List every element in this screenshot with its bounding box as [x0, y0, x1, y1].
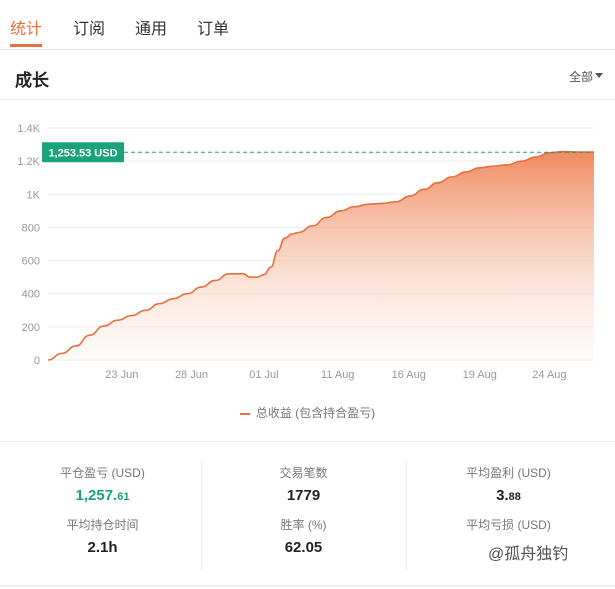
stat-avg-profit: 平均盈利 (USD) 3.88: [406, 464, 611, 504]
tab-general[interactable]: 通用: [135, 15, 167, 39]
stat-label: 平均亏损 (USD): [466, 518, 551, 532]
stat-label: 平均盈利 (USD): [466, 466, 551, 480]
stat-value: 1,257.61: [75, 487, 130, 504]
active-tab-indicator: [10, 44, 42, 47]
card-title: 成长: [15, 71, 49, 90]
y-tick-label: 1K: [27, 189, 41, 201]
legend-swatch: [239, 412, 250, 415]
y-tick-label: 1.4K: [17, 123, 40, 135]
tab-subscription[interactable]: 订阅: [73, 15, 105, 39]
stat-closed-pnl: 平仓盈亏 (USD) 1,257.61: [0, 464, 205, 504]
stat-win-rate: 胜率 (%) 62.05: [201, 516, 406, 556]
tab-orders[interactable]: 订单: [197, 15, 229, 39]
y-tick-label: 200: [22, 322, 40, 334]
range-filter-dropdown[interactable]: 全部: [569, 68, 593, 85]
stat-trade-count: 交易笔数 1779: [201, 464, 406, 504]
x-tick-label: 19 Aug: [463, 369, 497, 381]
x-tick-label: 16 Aug: [392, 369, 426, 381]
growth-card-header: 成长 全部: [0, 50, 615, 100]
stat-label: 平仓盈亏 (USD): [60, 466, 145, 480]
y-tick-label: 0: [34, 355, 40, 367]
stat-avg-loss: 平均亏损 (USD): [406, 516, 611, 539]
x-tick-label: 01 Jul: [249, 369, 278, 381]
x-axis-ticks: 23 Jun 28 Jun 01 Jul 11 Aug 16 Aug 19 Aug 24 A…: [105, 369, 566, 381]
stats-panel: 平仓盈亏 (USD) 1,257.61 交易笔数 1779 平均盈利 (USD)…: [0, 441, 615, 587]
marker-label: 1,253.53 USD: [48, 147, 117, 159]
legend-label: 总收益 (包含持合盈亏): [255, 406, 376, 420]
stat-value: 2.1h: [87, 539, 118, 556]
value-marker-badge: 1,253.53 USD: [42, 142, 124, 163]
growth-chart: 0 200 400 600 800 1K 1.2K 1.4K 23 Jun 28 Jun 01 J…: [17, 123, 594, 381]
stat-value: 3.88: [496, 487, 521, 504]
stat-label: 交易笔数: [279, 466, 328, 480]
y-tick-label: 1.2K: [17, 156, 40, 168]
y-tick-label: 400: [22, 289, 40, 301]
y-axis-ticks: 0 200 400 600 800 1K 1.2K 1.4K: [17, 123, 40, 367]
series-area: [48, 151, 594, 360]
stat-label: 平均持仓时间: [66, 518, 139, 532]
x-tick-label: 24 Aug: [532, 369, 566, 381]
y-tick-label: 800: [22, 222, 40, 234]
chart-legend[interactable]: 总收益 (包含持合盈亏): [0, 404, 615, 421]
top-tab-bar: 统计 订阅 通用 订单: [0, 0, 615, 50]
tab-statistics[interactable]: 统计: [10, 15, 42, 39]
stat-value: 62.05: [284, 539, 323, 556]
watermark-text: @孤舟独钓: [488, 546, 569, 563]
stat-label: 胜率 (%): [280, 518, 327, 532]
x-tick-label: 11 Aug: [321, 369, 354, 381]
stat-avg-hold-time: 平均持仓时间 2.1h: [0, 516, 205, 556]
x-tick-label: 28 Jun: [175, 369, 208, 381]
chevron-down-icon[interactable]: [595, 73, 603, 78]
x-tick-label: 23 Jun: [105, 369, 138, 381]
stat-value: 1779: [286, 487, 321, 504]
y-tick-label: 600: [22, 256, 40, 268]
